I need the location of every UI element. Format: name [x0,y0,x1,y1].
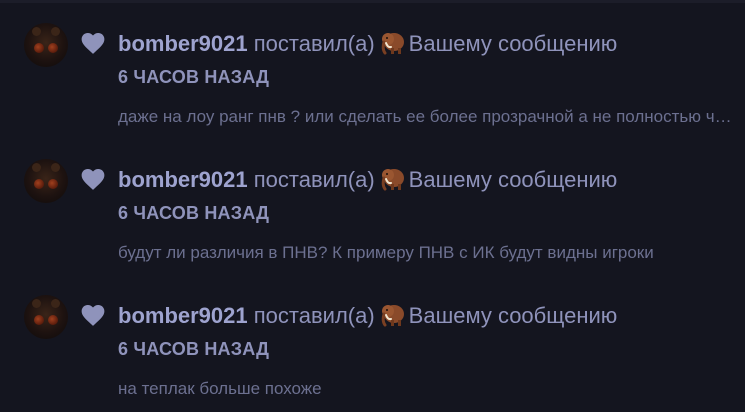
mammoth-icon [381,169,404,191]
message-snippet[interactable]: на теплак больше похоже [118,379,733,399]
notification-item[interactable]: bomber9021 поставил(а) Вашему сообщению … [0,293,745,403]
action-text: поставил(а) [253,167,375,192]
action-text: поставил(а) [253,303,375,328]
timestamp: 6 ЧАСОВ НАЗАД [118,339,270,359]
notification-item[interactable]: bomber9021 поставил(а) Вашему сообщению … [0,157,745,267]
timestamp: 6 ЧАСОВ НАЗАД [118,203,270,223]
username-link[interactable]: bomber9021 [118,167,248,192]
target-text[interactable]: Вашему сообщению [409,303,618,328]
username-link[interactable]: bomber9021 [118,303,248,328]
notifications-panel: bomber9021 поставил(а) Вашему сообщению … [0,0,745,412]
avatar[interactable] [24,295,68,339]
action-text: поставил(а) [253,31,375,56]
mammoth-icon [381,305,404,327]
message-snippet[interactable]: будут ли различия в ПНВ? К примеру ПНВ с… [118,243,733,263]
avatar[interactable] [24,159,68,203]
message-snippet[interactable]: даже на лоу ранг пнв ? или сделать ее бо… [118,107,733,127]
heart-icon [81,169,105,190]
target-text[interactable]: Вашему сообщению [409,31,618,56]
notification-item[interactable]: bomber9021 поставил(а) Вашему сообщению … [0,21,745,131]
timestamp: 6 ЧАСОВ НАЗАД [118,67,270,87]
mammoth-icon [381,33,404,55]
target-text[interactable]: Вашему сообщению [409,167,618,192]
heart-icon [81,305,105,326]
username-link[interactable]: bomber9021 [118,31,248,56]
heart-icon [81,33,105,54]
avatar[interactable] [24,23,68,67]
